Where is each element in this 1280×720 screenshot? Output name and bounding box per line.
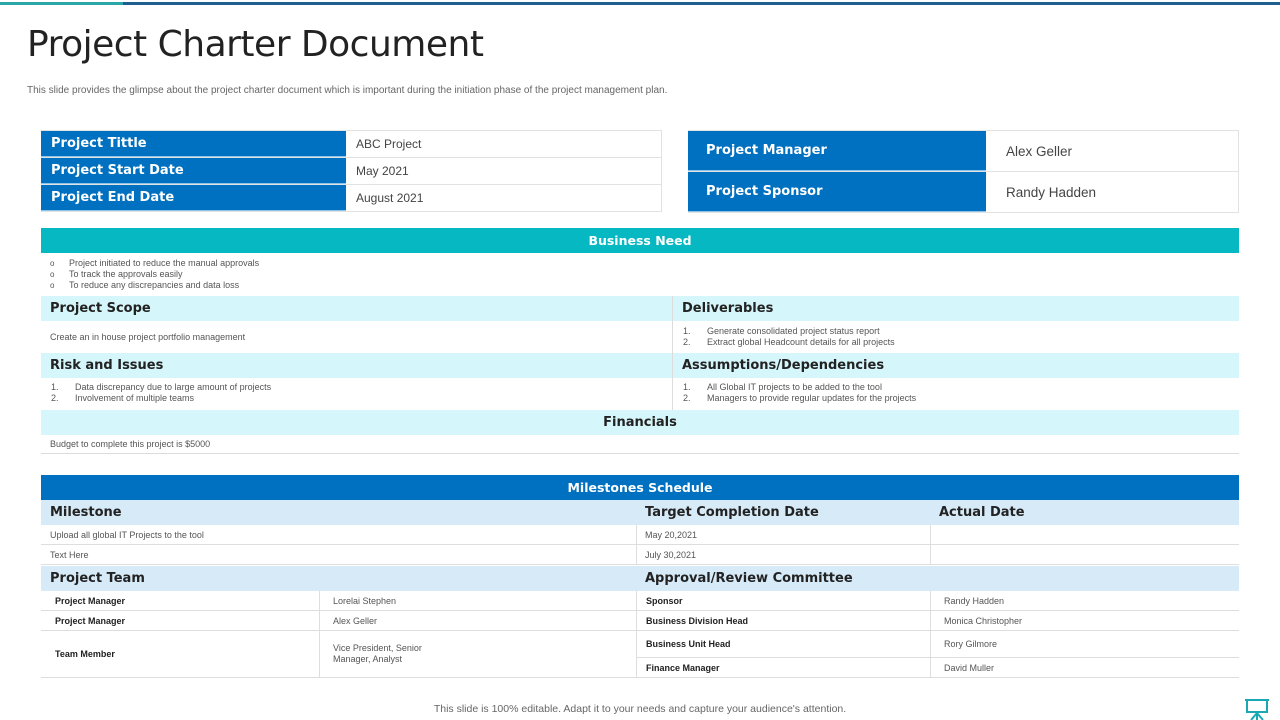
actual-date-cell — [930, 545, 1239, 565]
column-divider — [672, 296, 673, 410]
team-role-cell: Project Manager — [41, 611, 319, 631]
top-border-line — [0, 2, 1280, 5]
committee-role-cell: Finance Manager — [636, 658, 930, 678]
info-value: August 2021 — [346, 185, 662, 211]
page-subtitle: This slide provides the glimpse about th… — [27, 85, 668, 96]
project-info-table: Project Tittle ABC Project Project Start… — [41, 130, 662, 212]
page-title: Project Charter Document — [27, 24, 484, 65]
team-role-cell: Team Member — [41, 631, 319, 678]
list-number: 2. — [683, 393, 691, 403]
grid-divider — [930, 591, 931, 678]
info-label: Project End Date — [41, 185, 346, 211]
info-label: Project Tittle — [41, 131, 346, 157]
deliverables-header: Deliverables — [673, 296, 1239, 321]
target-date-cell: May 20,2021 — [636, 525, 930, 545]
list-item-text: Managers to provide regular updates for … — [707, 393, 917, 403]
list-item: 2. Involvement of multiple teams — [51, 393, 672, 404]
grid-divider — [636, 525, 637, 565]
list-number: 2. — [683, 337, 691, 347]
list-number: 1. — [51, 382, 59, 392]
list-item: 1. All Global IT projects to be added to … — [683, 382, 1239, 393]
info-label: Project Manager — [688, 131, 986, 171]
list-item-text: Involvement of multiple teams — [75, 393, 195, 403]
project-team-header: Project Team — [41, 566, 636, 591]
list-item: 1. Data discrepancy due to large amount o… — [51, 382, 672, 393]
info-value: Randy Hadden — [986, 172, 1239, 212]
info-label: Project Sponsor — [688, 172, 986, 212]
info-row-start-date: Project Start Date May 2021 — [41, 158, 662, 185]
top-border-accent — [0, 2, 123, 5]
grid-divider — [636, 591, 637, 678]
info-value: May 2021 — [346, 158, 662, 184]
list-item-text: Project initiated to reduce the manual a… — [69, 258, 260, 268]
committee-name-cell: Rory Gilmore — [930, 631, 1239, 658]
milestones-header: Milestones Schedule — [41, 475, 1239, 500]
milestone-cell: Upload all global IT Projects to the too… — [41, 525, 636, 545]
committee-header: Approval/Review Committee — [636, 566, 1239, 591]
team-name-cell: Vice President, Senior Manager, Analyst — [319, 631, 636, 678]
list-item: 2. Managers to provide regular updates fo… — [683, 393, 1239, 404]
list-item: 2. Extract global Headcount details for a… — [683, 337, 1239, 348]
assumptions-header: Assumptions/Dependencies — [673, 353, 1239, 378]
project-people-table: Project Manager Alex Geller Project Spon… — [688, 130, 1239, 213]
project-scope-text: Create an in house project portfolio man… — [50, 331, 246, 342]
team-name-line: Manager, Analyst — [333, 654, 403, 664]
info-label: Project Start Date — [41, 158, 346, 184]
info-row-end-date: Project End Date August 2021 — [41, 185, 662, 212]
list-item-text: To reduce any discrepancies and data los… — [69, 280, 240, 290]
bullet-circle-icon: o — [50, 270, 55, 279]
column-header-target-date: Target Completion Date — [636, 500, 930, 525]
list-item-text: Extract global Headcount details for all… — [707, 337, 895, 347]
list-item-text: Data discrepancy due to large amount of … — [75, 382, 272, 392]
info-value: ABC Project — [346, 131, 662, 157]
assumptions-list: 1. All Global IT projects to be added to … — [673, 382, 1239, 404]
list-number: 1. — [683, 326, 691, 336]
info-row-manager: Project Manager Alex Geller — [688, 131, 1239, 172]
milestone-cell: Text Here — [41, 545, 636, 565]
risks-header: Risk and Issues — [41, 353, 672, 378]
grid-divider — [319, 591, 320, 678]
team-name-line: Vice President, Senior — [333, 643, 422, 653]
info-value: Alex Geller — [986, 131, 1239, 171]
team-name-cell: Lorelai Stephen — [319, 591, 636, 611]
list-item-text: All Global IT projects to be added to th… — [707, 382, 882, 392]
business-need-list: o Project initiated to reduce the manual … — [50, 258, 259, 291]
column-header-actual-date: Actual Date — [930, 500, 1239, 525]
list-number: 2. — [51, 393, 59, 403]
column-header-milestone: Milestone — [41, 500, 636, 525]
committee-role-cell: Business Unit Head — [636, 631, 930, 658]
grid-divider — [930, 525, 931, 565]
list-item: o Project initiated to reduce the manual … — [50, 258, 259, 269]
team-role-cell: Project Manager — [41, 591, 319, 611]
bullet-circle-icon: o — [50, 259, 55, 268]
committee-name-cell: David Muller — [930, 658, 1239, 678]
project-scope-header: Project Scope — [41, 296, 672, 321]
info-row-title: Project Tittle ABC Project — [41, 131, 662, 158]
committee-name-cell: Monica Christopher — [930, 611, 1239, 631]
deliverables-list: 1. Generate consolidated project status r… — [673, 326, 1239, 348]
list-number: 1. — [683, 382, 691, 392]
presentation-board-icon — [1245, 699, 1269, 720]
committee-name-cell: Randy Hadden — [930, 591, 1239, 611]
financials-header: Financials — [41, 410, 1239, 435]
actual-date-cell — [930, 525, 1239, 545]
financials-text: Budget to complete this project is $5000 — [41, 435, 1239, 454]
list-item-text: Generate consolidated project status rep… — [707, 326, 880, 336]
list-item: o To track the approvals easily — [50, 269, 259, 280]
committee-role-cell: Business Division Head — [636, 611, 930, 631]
target-date-cell: July 30,2021 — [636, 545, 930, 565]
risks-list: 1. Data discrepancy due to large amount o… — [41, 382, 672, 404]
list-item: o To reduce any discrepancies and data lo… — [50, 280, 259, 291]
list-item: 1. Generate consolidated project status r… — [683, 326, 1239, 337]
footer-note: This slide is 100% editable. Adapt it to… — [433, 703, 847, 715]
list-item-text: To track the approvals easily — [69, 269, 183, 279]
committee-role-cell: Sponsor — [636, 591, 930, 611]
business-need-header: Business Need — [41, 228, 1239, 253]
bullet-circle-icon: o — [50, 281, 55, 290]
team-name-cell: Alex Geller — [319, 611, 636, 631]
info-row-sponsor: Project Sponsor Randy Hadden — [688, 172, 1239, 213]
